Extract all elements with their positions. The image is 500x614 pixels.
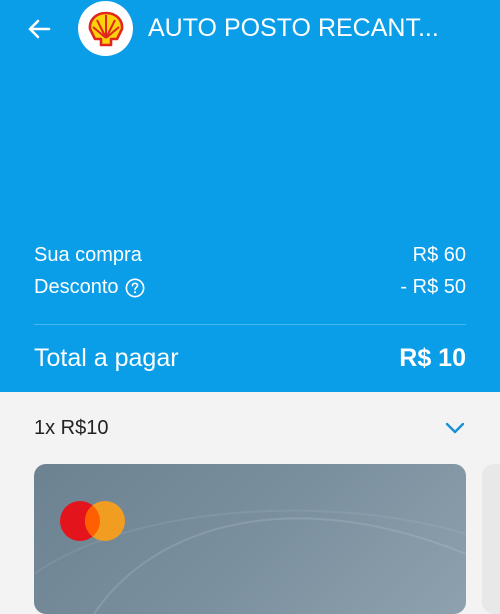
help-icon[interactable] <box>125 277 145 298</box>
payment-card[interactable] <box>34 464 466 614</box>
installment-label: 1x R$10 <box>34 416 109 439</box>
purchase-row: Sua compra R$ 60 <box>34 241 466 269</box>
purchase-value: R$ 60 <box>412 243 466 266</box>
back-button[interactable] <box>24 14 54 44</box>
next-card-peek[interactable] <box>482 464 500 614</box>
arrow-left-icon <box>28 19 51 39</box>
divider <box>34 324 466 325</box>
discount-value: - R$ 50 <box>400 275 466 298</box>
discount-row: Desconto - R$ 50 <box>34 273 466 301</box>
installment-selector[interactable]: 1x R$10 <box>34 412 466 444</box>
total-row: Total a pagar R$ 10 <box>34 340 466 376</box>
page-title: AUTO POSTO RECANT... <box>148 14 439 42</box>
header: AUTO POSTO RECANT... Sua compra R$ 60 De… <box>0 0 500 392</box>
total-label: Total a pagar <box>34 343 179 372</box>
mastercard-icon <box>60 501 125 541</box>
shell-logo-icon <box>88 11 123 46</box>
chevron-down-icon <box>445 422 465 434</box>
discount-label-group: Desconto <box>34 276 145 299</box>
total-value: R$ 10 <box>399 343 466 372</box>
merchant-logo <box>78 1 133 56</box>
purchase-label: Sua compra <box>34 243 142 266</box>
discount-label: Desconto <box>34 275 119 298</box>
